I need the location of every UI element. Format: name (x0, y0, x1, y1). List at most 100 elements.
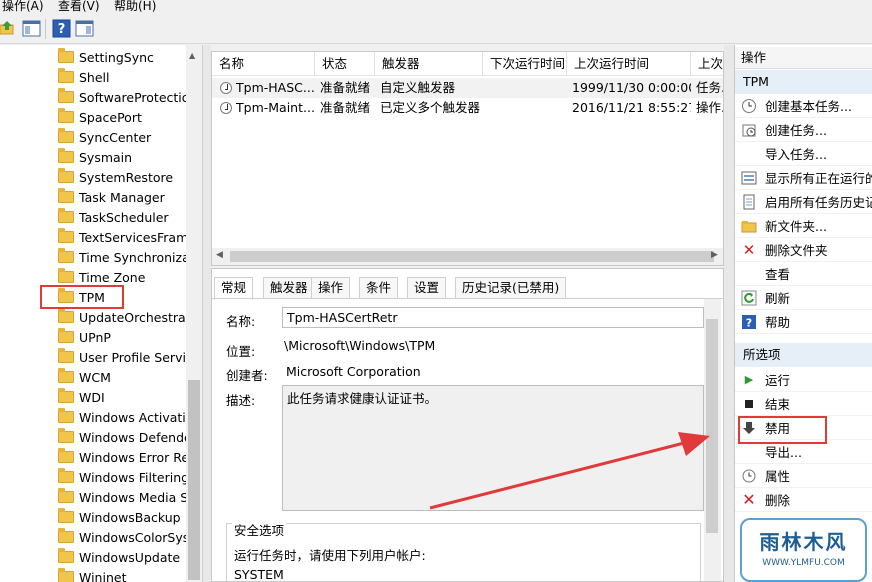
tab-triggers[interactable]: 触发器 (263, 277, 315, 299)
console-tree-icon[interactable] (22, 19, 41, 38)
help-icon[interactable]: ? (52, 19, 71, 38)
tree-item[interactable]: SpacePort (58, 107, 142, 127)
column-status[interactable]: 状态 (315, 52, 375, 76)
action-enable-history[interactable]: 启用所有任务历史记 (735, 190, 872, 214)
location-value: \Microsoft\Windows\TPM (284, 338, 436, 353)
tree-item[interactable]: Time Synchronizat (58, 247, 195, 267)
folder-icon (58, 308, 74, 323)
tree-item[interactable]: SettingSync (58, 47, 154, 67)
tab-actions[interactable]: 操作 (311, 277, 351, 299)
action-create-basic-task[interactable]: 创建基本任务... (735, 94, 872, 118)
scroll-left-arrow-icon[interactable]: ◀ (216, 250, 223, 260)
splitter-right[interactable] (724, 45, 734, 582)
annotation-arrow (429, 432, 710, 510)
action-show-running[interactable]: 显示所有正在运行的 (735, 166, 872, 190)
menu-bar: 操作(A) 查看(V) 帮助(H) (0, 0, 872, 14)
help-icon: ? (741, 314, 757, 330)
column-name[interactable]: 名称 (212, 52, 315, 76)
tree-item[interactable]: Windows Defende (58, 427, 192, 447)
table-row[interactable]: Tpm-HASC... 准备就绪 自定义触发器 1999/11/30 0:00:… (212, 78, 723, 98)
task-list[interactable]: 名称 状态 触发器 下次运行时间 上次运行时间 上次 Tpm-HASC... 准… (211, 51, 724, 266)
tree-item[interactable]: WindowsBackup (58, 507, 181, 527)
security-prompt: 运行任务时，请使用下列用户帐户: (234, 548, 426, 563)
toolbar: ? (0, 14, 872, 44)
actions-section-selected[interactable]: 所选项 (735, 343, 872, 367)
tree-item[interactable]: SystemRestore (58, 167, 173, 187)
scroll-up-arrow-icon[interactable]: ▲ (189, 51, 195, 60)
refresh-icon (741, 290, 757, 306)
menu-help[interactable]: 帮助(H) (114, 0, 156, 14)
folder-icon (58, 428, 74, 443)
action-refresh[interactable]: 刷新 (735, 286, 872, 310)
action-delete-folder[interactable]: ✕ 删除文件夹 (735, 238, 872, 262)
tree-item[interactable]: Shell (58, 67, 110, 87)
tree-item[interactable]: Wininet (58, 567, 126, 582)
tree-item[interactable]: Windows Activatio (58, 407, 193, 427)
svg-text:?: ? (746, 316, 752, 329)
tree-item[interactable]: WDI (58, 387, 105, 407)
tree-item-label: Windows Filtering (79, 469, 190, 485)
tree-item[interactable]: SyncCenter (58, 127, 151, 147)
tab-conditions[interactable]: 条件 (359, 277, 399, 299)
tree-item[interactable]: Sysmain (58, 147, 132, 167)
column-next-run[interactable]: 下次运行时间 (483, 52, 567, 76)
action-help[interactable]: ? 帮助 (735, 310, 872, 334)
folder-up-icon[interactable] (0, 19, 14, 38)
action-create-task[interactable]: 创建任务... (735, 118, 872, 142)
tree-item[interactable]: User Profile Servic (58, 347, 193, 367)
table-row[interactable]: Tpm-Maint... 准备就绪 已定义多个触发器 2016/11/21 8:… (212, 98, 723, 118)
folder-icon (58, 548, 74, 563)
action-properties[interactable]: 属性 (735, 464, 872, 488)
tree-item[interactable]: SoftwareProtection (58, 87, 197, 107)
tree-item[interactable]: Windows Filtering (58, 467, 189, 487)
folder-icon (58, 128, 74, 143)
action-pane-icon[interactable] (75, 19, 94, 38)
folder-icon (58, 448, 74, 463)
scroll-right-arrow-icon[interactable]: ▶ (711, 250, 718, 260)
folder-icon (58, 228, 74, 243)
action-import-task[interactable]: 导入任务... (735, 142, 872, 166)
tab-general[interactable]: 常规 (214, 277, 254, 300)
view-icon (741, 266, 757, 282)
tree-item[interactable]: TaskScheduler (58, 207, 169, 227)
splitter-left[interactable] (203, 45, 211, 582)
menu-action[interactable]: 操作(A) (2, 0, 44, 14)
tree-item-label: User Profile Servic (79, 349, 193, 365)
folder-icon (58, 148, 74, 163)
column-trigger[interactable]: 触发器 (375, 52, 483, 76)
clock-icon (220, 102, 232, 114)
task-name-field[interactable]: Tpm-HASCertRetr (282, 307, 704, 328)
column-last-run[interactable]: 上次运行时间 (567, 52, 691, 76)
tab-settings[interactable]: 设置 (407, 277, 447, 299)
tree-item[interactable]: WCM (58, 367, 111, 387)
tree-item-label: Sysmain (79, 149, 133, 165)
tree-item-label: Time Zone (79, 269, 146, 285)
tree-item[interactable]: TextServicesFrame (58, 227, 196, 247)
actions-section-tpm[interactable]: TPM (735, 70, 872, 94)
folder-icon (58, 88, 74, 103)
tree-item[interactable]: Time Zone (58, 267, 145, 287)
folder-icon (58, 248, 74, 263)
action-view[interactable]: 查看 (735, 262, 872, 286)
tree-item[interactable]: WindowsUpdate (58, 547, 180, 567)
action-delete[interactable]: ✕ 删除 (735, 488, 872, 512)
tree-item[interactable]: WindowsColorSyst (58, 527, 194, 547)
tree-item[interactable]: Task Manager (58, 187, 165, 207)
column-last-result[interactable]: 上次 (691, 52, 723, 76)
action-end[interactable]: 结束 (735, 392, 872, 416)
task-folder-tree[interactable]: SettingSync Shell SoftwareProtection SpaceP… (0, 45, 203, 582)
tree-item-label: UpdateOrchestrate (79, 309, 199, 325)
tree-item-label: Windows Media S (79, 489, 189, 505)
tree-item[interactable]: UpdateOrchestrate (58, 307, 198, 327)
tree-item[interactable]: Windows Media S (58, 487, 188, 507)
action-run[interactable]: ▶ 运行 (735, 368, 872, 392)
tab-history[interactable]: 历史记录(已禁用) (455, 277, 567, 299)
tree-item[interactable]: UPnP (58, 327, 111, 347)
action-new-folder[interactable]: 新文件夹... (735, 214, 872, 238)
tree-scroll-thumb[interactable] (188, 380, 200, 580)
task-list-hscroll-thumb[interactable] (230, 251, 714, 262)
tree-item-label: Windows Error Re (79, 449, 190, 465)
disable-highlight-box (738, 416, 827, 444)
menu-view[interactable]: 查看(V) (58, 0, 100, 14)
tree-item[interactable]: Windows Error Re (58, 447, 189, 467)
